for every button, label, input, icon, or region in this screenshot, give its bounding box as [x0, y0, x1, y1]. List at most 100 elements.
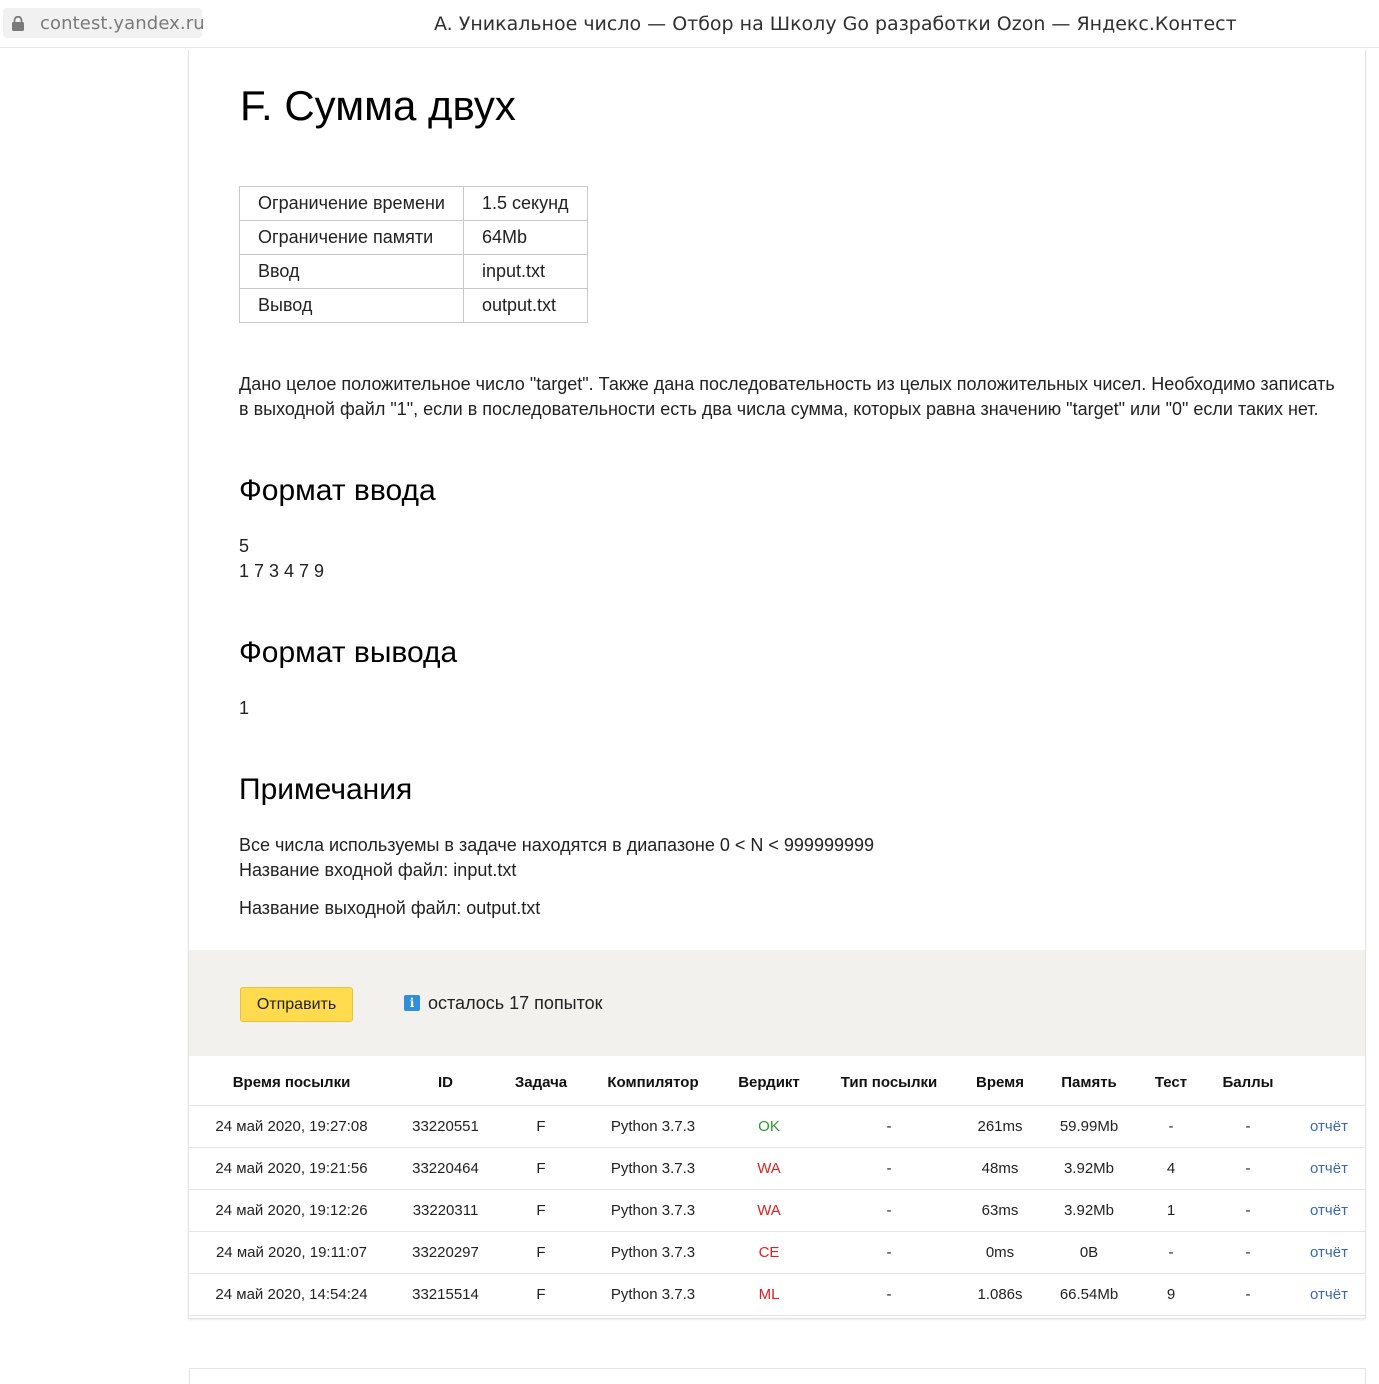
submission-row: 24 май 2020, 19:12:26 33220311 F Python … — [189, 1190, 1365, 1232]
notes-heading: Примечания — [239, 773, 413, 806]
url-text: contest.yandex.ru — [40, 13, 205, 34]
attempts-remaining: осталось 17 попыток — [428, 993, 603, 1013]
input-format-heading: Формат ввода — [239, 474, 436, 507]
submit-button[interactable]: Отправить — [240, 987, 353, 1022]
input-example-line: 1 7 3 4 7 9 — [239, 561, 325, 581]
submission-id: 33220297 — [412, 1244, 479, 1261]
submissions-header-row: Время посылки ID Задача Компилятор Верди… — [189, 1060, 1365, 1106]
submission-type: - — [886, 1286, 892, 1303]
submission-task: F — [536, 1118, 546, 1135]
header-id: ID — [438, 1074, 453, 1091]
limit-row: Вывод output.txt — [239, 288, 588, 323]
report-link[interactable]: отчёт — [1293, 1148, 1365, 1189]
submission-verdict: WA — [757, 1202, 781, 1219]
submission-memory: 3.92Mb — [1063, 1202, 1115, 1219]
submission-task: F — [536, 1160, 546, 1177]
limit-value: input.txt — [462, 254, 588, 289]
submission-id: 33220551 — [412, 1118, 479, 1135]
report-link[interactable]: отчёт — [1293, 1274, 1365, 1315]
limit-row: Ограничение времени 1.5 секунд — [239, 186, 588, 221]
submission-row: 24 май 2020, 14:54:24 33215514 F Python … — [189, 1274, 1365, 1316]
submission-duration: 63ms — [981, 1202, 1019, 1219]
header-time: Время посылки — [232, 1074, 351, 1091]
submission-id: 33215514 — [412, 1286, 479, 1303]
submission-score: - — [1245, 1244, 1251, 1261]
page-tab-title: A. Уникальное число — Отбор на Школу Go … — [434, 13, 1237, 35]
report-link[interactable]: отчёт — [1293, 1106, 1365, 1147]
submission-type: - — [886, 1160, 892, 1177]
submission-test: - — [1168, 1118, 1174, 1135]
submission-time: 24 май 2020, 14:54:24 — [215, 1286, 368, 1303]
address-bar[interactable]: contest.yandex.ru — [3, 8, 205, 38]
submission-row: 24 май 2020, 19:27:08 33220551 F Python … — [189, 1106, 1365, 1148]
submission-compiler: Python 3.7.3 — [610, 1118, 696, 1135]
header-score: Баллы — [1222, 1074, 1274, 1091]
submission-score: - — [1245, 1286, 1251, 1303]
notes-line: Все числа используемы в задаче находятся… — [239, 835, 875, 855]
limit-key: Ограничение времени — [239, 186, 464, 221]
submit-panel — [189, 950, 1365, 1056]
submission-time: 24 май 2020, 19:12:26 — [215, 1202, 368, 1219]
submission-compiler: Python 3.7.3 — [610, 1160, 696, 1177]
submission-row: 24 май 2020, 19:11:07 33220297 F Python … — [189, 1232, 1365, 1274]
submission-type: - — [886, 1118, 892, 1135]
submission-memory: 0B — [1079, 1244, 1099, 1261]
submission-duration: 0ms — [985, 1244, 1015, 1261]
header-task: Задача — [514, 1074, 568, 1091]
statement-line: Дано целое положительное число "target".… — [239, 374, 1335, 394]
submission-type: - — [886, 1244, 892, 1261]
submission-test: - — [1168, 1244, 1174, 1261]
submission-compiler: Python 3.7.3 — [610, 1244, 696, 1261]
limit-value: 64Mb — [462, 220, 588, 255]
input-example-line: 5 — [239, 536, 250, 556]
limit-row: Ввод input.txt — [239, 254, 588, 289]
header-verdict: Вердикт — [738, 1074, 800, 1091]
header-test: Тест — [1154, 1074, 1188, 1091]
header-compiler: Компилятор — [607, 1074, 699, 1091]
next-card-edge — [189, 1368, 1366, 1384]
limit-value: 1.5 секунд — [462, 186, 588, 221]
submission-row: 24 май 2020, 19:21:56 33220464 F Python … — [189, 1148, 1365, 1190]
lock-icon — [12, 16, 24, 31]
header-duration: Время — [976, 1074, 1024, 1091]
info-icon: i — [404, 995, 420, 1011]
limit-value: output.txt — [462, 288, 588, 323]
submission-duration: 261ms — [977, 1118, 1023, 1135]
submission-score: - — [1245, 1202, 1251, 1219]
submission-time: 24 май 2020, 19:11:07 — [215, 1244, 368, 1261]
header-memory: Память — [1061, 1074, 1117, 1091]
submission-verdict: ML — [758, 1286, 780, 1303]
submission-score: - — [1245, 1160, 1251, 1177]
output-example-line: 1 — [239, 698, 250, 718]
submission-test: 9 — [1166, 1286, 1176, 1303]
submission-verdict: WA — [757, 1160, 781, 1177]
problem-title: F. Сумма двух — [240, 82, 516, 129]
submission-test: 4 — [1166, 1160, 1176, 1177]
submission-task: F — [536, 1244, 546, 1261]
submission-memory: 3.92Mb — [1063, 1160, 1115, 1177]
browser-top-bar: contest.yandex.ru A. Уникальное число — … — [0, 0, 1379, 48]
header-type: Тип посылки — [840, 1074, 938, 1091]
submission-compiler: Python 3.7.3 — [610, 1202, 696, 1219]
statement-line: в выходной файл "1", если в последовател… — [239, 399, 1319, 419]
notes-line: Название выходной файл: output.txt — [239, 898, 541, 918]
limit-row: Ограничение памяти 64Mb — [239, 220, 588, 255]
report-link[interactable]: отчёт — [1293, 1190, 1365, 1231]
submission-task: F — [536, 1202, 546, 1219]
submission-verdict: OK — [758, 1118, 780, 1135]
submission-time: 24 май 2020, 19:21:56 — [215, 1160, 368, 1177]
submissions-table: Время посылки ID Задача Компилятор Верди… — [189, 1060, 1365, 1316]
report-link[interactable]: отчёт — [1293, 1232, 1365, 1273]
submission-verdict: CE — [758, 1244, 780, 1261]
submission-time: 24 май 2020, 19:27:08 — [215, 1118, 368, 1135]
submission-duration: 48ms — [981, 1160, 1019, 1177]
submission-task: F — [536, 1286, 546, 1303]
submission-duration: 1.086s — [977, 1286, 1023, 1303]
notes-line: Название входной файл: input.txt — [239, 860, 517, 880]
submission-id: 33220464 — [412, 1160, 479, 1177]
submission-memory: 59.99Mb — [1059, 1118, 1119, 1135]
output-format-heading: Формат вывода — [239, 636, 458, 669]
limit-key: Вывод — [239, 288, 464, 323]
submission-test: 1 — [1166, 1202, 1176, 1219]
submission-id: 33220311 — [412, 1202, 479, 1219]
